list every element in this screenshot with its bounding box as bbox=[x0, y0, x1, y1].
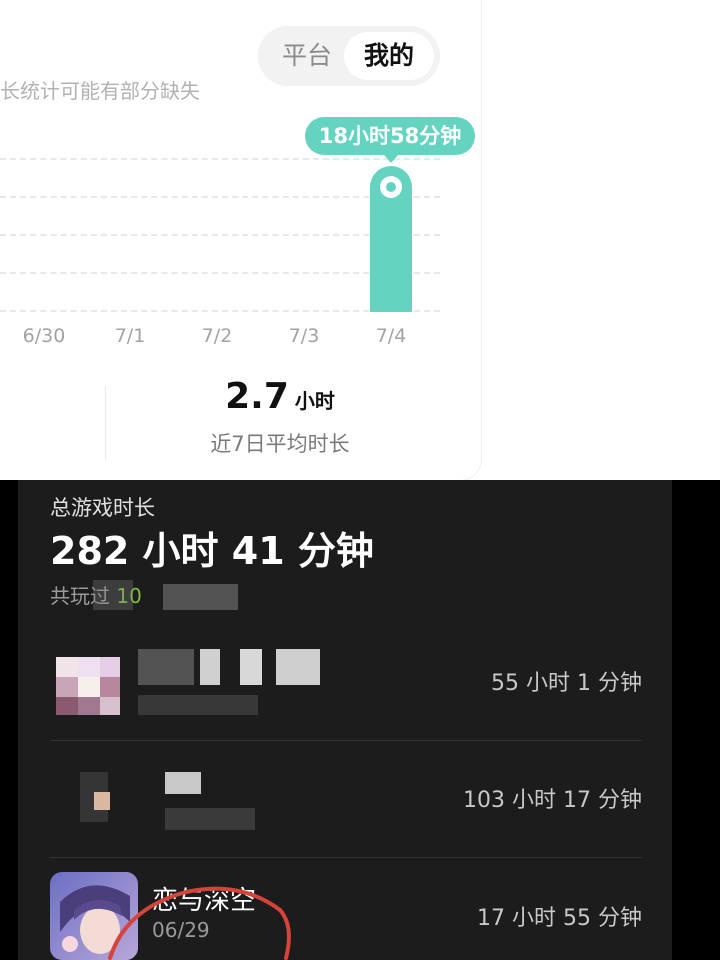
pixelated-blur bbox=[200, 649, 220, 685]
game-playtime: 17 小时 55 分钟 bbox=[477, 906, 642, 931]
pixelated-blur bbox=[93, 580, 133, 610]
bar-tooltip: 18小时58分钟 bbox=[305, 117, 475, 155]
stats-note: 长统计可能有部分缺失 bbox=[0, 79, 200, 103]
source-toggle[interactable]: 平台 我的 bbox=[258, 26, 440, 86]
pixelated-blur bbox=[94, 792, 110, 810]
game-playtime: 103 小时 17 分钟 bbox=[463, 788, 642, 813]
average-label: 近7日平均时长 bbox=[210, 432, 350, 456]
x-tick-label: 7/3 bbox=[288, 325, 320, 347]
x-tick-label: 7/2 bbox=[201, 325, 233, 347]
bar-selected-marker bbox=[380, 176, 402, 198]
game-row[interactable]: 103 小时 17 分钟 bbox=[50, 742, 642, 858]
x-tick-label: 6/30 bbox=[22, 325, 66, 347]
average-value: 2.7 bbox=[225, 376, 289, 417]
total-playtime-value: 282 小时 41 分钟 bbox=[50, 529, 374, 573]
pixelated-blur bbox=[138, 695, 258, 715]
row-divider bbox=[50, 740, 642, 741]
row-divider bbox=[50, 857, 642, 858]
summary-divider bbox=[105, 386, 106, 460]
x-tick-label: 7/4 bbox=[375, 325, 407, 347]
game-row[interactable]: 55 小时 1 分钟 bbox=[50, 625, 642, 741]
total-playtime-label: 总游戏时长 bbox=[50, 496, 155, 520]
pixelated-blur bbox=[138, 649, 194, 685]
tooltip-arrow bbox=[383, 154, 399, 163]
toggle-mine[interactable]: 我的 bbox=[344, 32, 434, 80]
x-tick-label: 7/1 bbox=[114, 325, 146, 347]
background-strip bbox=[514, 0, 720, 480]
pixelated-blur bbox=[165, 772, 201, 794]
pixelated-blur bbox=[240, 649, 262, 685]
pixelated-blur bbox=[165, 808, 255, 830]
grid-line bbox=[0, 158, 440, 160]
game-icon bbox=[50, 637, 138, 725]
game-playtime: 55 小时 1 分钟 bbox=[491, 671, 642, 696]
average-duration: 2.7 小时 bbox=[180, 376, 380, 417]
toggle-platform[interactable]: 平台 bbox=[272, 41, 342, 71]
pixelated-blur bbox=[276, 649, 320, 685]
average-unit: 小时 bbox=[294, 389, 335, 413]
red-circle-annotation bbox=[108, 886, 291, 960]
pixelated-blur bbox=[163, 584, 238, 610]
playtime-stats-section: 平台 我的 长统计可能有部分缺失 18小时58分钟 6/30 7/1 7/2 7… bbox=[0, 0, 720, 481]
screenshot-composite: 平台 我的 长统计可能有部分缺失 18小时58分钟 6/30 7/1 7/2 7… bbox=[0, 0, 720, 960]
